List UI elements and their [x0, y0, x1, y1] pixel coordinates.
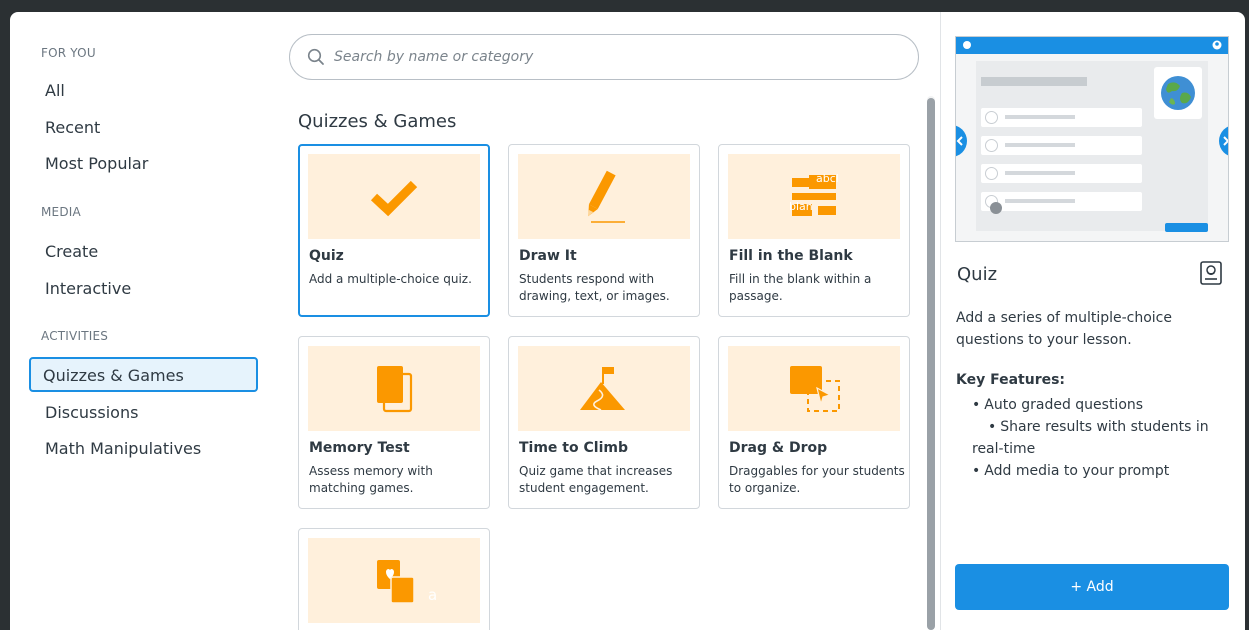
panel-divider: [940, 12, 941, 630]
sidebar-item-most-popular[interactable]: Most Popular: [33, 145, 258, 180]
activity-card-matching[interactable]: a: [298, 528, 490, 630]
feature-text: Add media to your prompt: [984, 463, 1170, 479]
preview-title-line: [981, 77, 1087, 86]
chevron-left-icon: [956, 136, 963, 146]
preview-logo-icon: [963, 41, 971, 49]
sidebar-item-quizzes-games[interactable]: Quizzes & Games: [29, 357, 258, 392]
activity-card-memory-test[interactable]: Memory Test Assess memory with matching …: [298, 336, 490, 509]
list-item: • Auto graded questions: [972, 397, 1144, 413]
activity-card-drag-drop[interactable]: Drag & Drop Draggables for your students…: [718, 336, 910, 509]
preview-cursor-icon: [990, 202, 1002, 214]
card-thumbnail: [308, 346, 480, 431]
preview-user-icon: [1212, 40, 1222, 50]
detail-title: Quiz: [957, 264, 998, 285]
card-thumbnail: abcl blan: [728, 154, 900, 239]
list-item: • Add media to your prompt: [972, 463, 1170, 479]
activity-preview-image: [955, 36, 1229, 242]
window-top-strip: [0, 0, 1249, 12]
feature-text: Share results with students in real-time: [972, 419, 1209, 457]
chevron-right-icon: [1223, 136, 1228, 146]
sidebar-item-recent[interactable]: Recent: [33, 109, 258, 144]
sidebar-item-create[interactable]: Create: [33, 233, 258, 268]
sidebar-item-interactive[interactable]: Interactive: [33, 270, 258, 305]
card-thumbnail: [518, 154, 690, 239]
fill-blank-icon-text-2: blan: [789, 200, 813, 213]
card-title: Fill in the Blank: [729, 248, 853, 264]
section-heading-activities: ACTIVITIES: [41, 329, 109, 343]
preview-option: [981, 136, 1142, 155]
card-description: Add a multiple-choice quiz.: [309, 272, 472, 286]
section-heading-media: MEDIA: [41, 205, 81, 219]
card-thumbnail: [518, 346, 690, 431]
card-description: Assess memory with matching games.: [309, 464, 433, 495]
card-title: Draw It: [519, 248, 577, 264]
preview-next-arrow: [1219, 125, 1228, 157]
card-title: Time to Climb: [519, 440, 628, 456]
mountain-flag-icon: [580, 366, 625, 411]
activity-picker-modal: FOR YOU All Recent Most Popular MEDIA Cr…: [10, 12, 1245, 630]
card-thumbnail: [308, 154, 480, 239]
fill-blank-icon-text-1: abcl: [816, 172, 839, 185]
activity-card-fill-in-the-blank[interactable]: abcl blan Fill in the Blank Fill in the …: [718, 144, 910, 317]
sidebar-item-all[interactable]: All: [33, 72, 258, 107]
preview-globe-image: [1154, 67, 1202, 119]
scrollbar-thumb[interactable]: [927, 98, 935, 630]
preview-option: [981, 192, 1142, 211]
preview-prev-arrow: [956, 125, 967, 157]
detail-description: Add a series of multiple-choice question…: [956, 310, 1172, 348]
key-features-heading: Key Features:: [956, 372, 1066, 388]
section-title: Quizzes & Games: [298, 111, 457, 132]
drag-drop-icon: [790, 365, 840, 412]
matching-icon-text: a: [428, 586, 438, 604]
key-features-list: • Auto graded questions • Share results wi…: [956, 394, 1224, 482]
search-input[interactable]: [334, 45, 894, 69]
card-title: Quiz: [309, 248, 344, 264]
card-title: Memory Test: [309, 440, 410, 456]
teacher-icon[interactable]: [1200, 261, 1222, 285]
preview-option: [981, 164, 1142, 183]
activity-card-quiz[interactable]: Quiz Add a multiple-choice quiz.: [298, 144, 490, 317]
search-box: [289, 34, 919, 80]
list-item: • Share results with students in real-tim…: [972, 419, 1209, 457]
card-thumbnail: a: [308, 538, 480, 623]
card-description: Draggables for your students to organize…: [729, 464, 905, 495]
add-button[interactable]: + Add: [955, 564, 1229, 610]
memory-cards-icon: [377, 365, 413, 412]
sidebar-item-math-manipulatives[interactable]: Math Manipulatives: [33, 430, 258, 465]
sidebar-item-discussions[interactable]: Discussions: [33, 394, 258, 429]
card-thumbnail: [728, 346, 900, 431]
preview-submit-button: [1165, 223, 1208, 232]
activity-card-time-to-climb[interactable]: Time to Climb Quiz game that increases s…: [508, 336, 700, 509]
preview-option: [981, 108, 1142, 127]
card-description: Fill in the blank within a passage.: [729, 272, 872, 303]
globe-icon: [1161, 76, 1195, 110]
category-sidebar: FOR YOU All Recent Most Popular MEDIA Cr…: [10, 12, 268, 630]
pencil-icon: [588, 170, 625, 223]
preview-header-bar: [956, 37, 1228, 54]
card-description: Quiz game that increases student engagem…: [519, 464, 673, 495]
activity-card-draw-it[interactable]: Draw It Students respond with drawing, t…: [508, 144, 700, 317]
matching-icon: [377, 559, 415, 604]
checkmark-icon: [370, 180, 418, 216]
section-heading-for-you: FOR YOU: [41, 46, 96, 60]
card-description: Students respond with drawing, text, or …: [519, 272, 670, 303]
card-title: Drag & Drop: [729, 440, 828, 456]
feature-text: Auto graded questions: [984, 397, 1144, 413]
search-icon: [307, 48, 324, 65]
